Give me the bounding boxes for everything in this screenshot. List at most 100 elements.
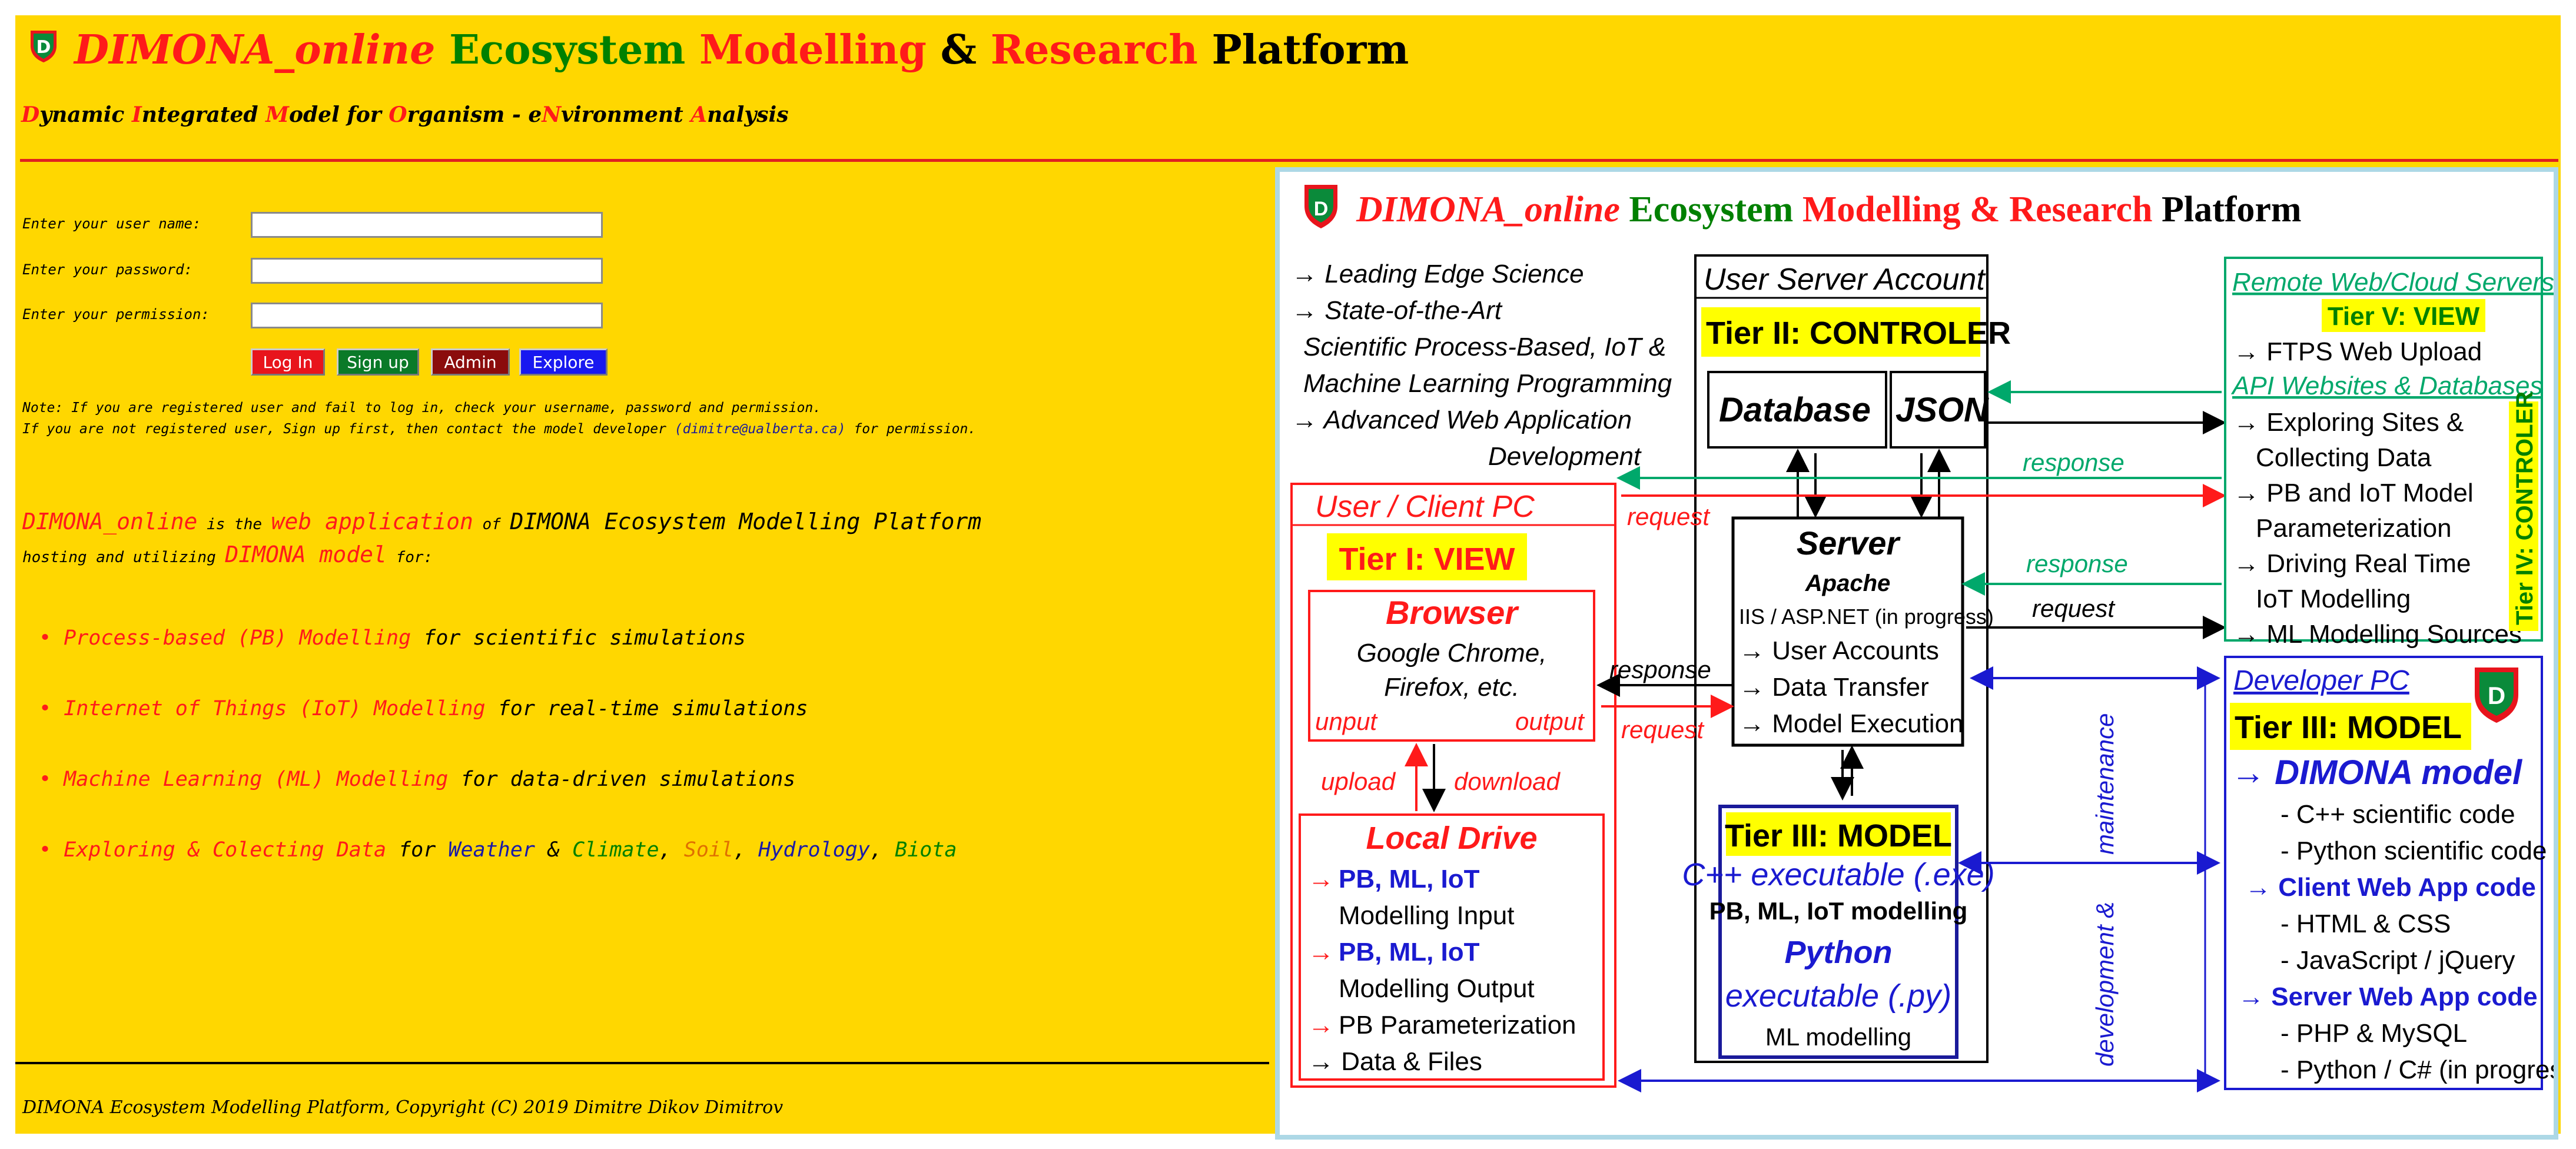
explore-amp: & <box>535 838 573 862</box>
local-item-6: → Data & Files <box>1308 1047 1482 1076</box>
architecture-diagram: D DIMONA_online Ecosystem Modelling & Re… <box>1275 167 2558 1140</box>
subtitle-segment: M <box>265 102 289 127</box>
diagram-feature-1: → Leading Edge Science <box>1292 260 1584 288</box>
apache-label: Apache <box>1805 570 1891 596</box>
tier3-dev-label: Tier III: MODEL <box>2235 710 2462 745</box>
subtitle-segment: nalysis <box>707 102 789 127</box>
username-input[interactable] <box>251 212 603 238</box>
diagram-title-ecosystem: Ecosystem <box>1629 190 1793 230</box>
response-label-remote: response <box>2026 550 2128 577</box>
page-subtitle: Dynamic Integrated Model for Organism - … <box>21 102 788 127</box>
diagram-title-platform: Platform <box>2162 190 2302 230</box>
tier1-label: Tier I: VIEW <box>1339 542 1515 577</box>
diagram-title: DIMONA_online Ecosystem Modelling & Rese… <box>1356 190 2302 230</box>
login-button[interactable]: Log In <box>251 348 325 376</box>
explore-hydrology: Hydrology <box>758 838 870 862</box>
note-text-post: for permission. <box>845 421 977 437</box>
py-exe-label: executable (.py) <box>1725 978 1951 1014</box>
dev-item-6: → Server Web App code <box>2238 982 2538 1011</box>
feature-list-item: • Process-based (PB) Modelling for scien… <box>39 626 746 650</box>
login-note-2: If you are not registered user, Sign up … <box>22 421 976 437</box>
maintenance-label: maintenance <box>2091 713 2119 855</box>
dev-item-8: - Python / C# (in progress) <box>2280 1055 2554 1084</box>
tier4-label: Tier IV: CONTROLER <box>2512 391 2538 625</box>
intro-web-application: web application <box>271 509 473 534</box>
developer-logo-letter: D <box>2488 682 2505 709</box>
explore-biota: Biota <box>895 838 957 862</box>
feature-tail: for data-driven simulations <box>448 768 796 791</box>
explore-comma-2: , <box>733 838 759 862</box>
feature-head: Internet of Things (IoT) Modelling <box>64 697 486 720</box>
explore-climate: Climate <box>572 838 659 862</box>
title-ecosystem: Ecosystem <box>449 26 686 74</box>
copyright-footer: DIMONA Ecosystem Modelling Platform, Cop… <box>22 1097 784 1118</box>
local-drive-items: → PB, ML, IoT Modelling Input → PB, ML, … <box>1308 865 1576 1076</box>
download-label: download <box>1454 768 1561 795</box>
tier3-center-label: Tier III: MODEL <box>1725 818 1952 854</box>
header-divider <box>20 159 2558 162</box>
request-label-remote: request <box>2032 595 2116 622</box>
intro-line-2: hosting and utilizing DIMONA model for: <box>22 542 433 567</box>
subtitle-segment: N <box>542 102 562 127</box>
feature-list-item: • Machine Learning (ML) Modelling for da… <box>39 768 795 791</box>
server-label: Server <box>1797 524 1901 562</box>
iis-label: IIS / ASP.NET (in progress) <box>1739 605 1994 629</box>
permission-label: Enter your permission: <box>22 306 210 323</box>
diagram-feature-4: Machine Learning Programming <box>1303 369 1672 398</box>
page: D DIMONA_online Ecosystem Modelling & Re… <box>0 0 2576 1149</box>
diagram-svg: D DIMONA_online Ecosystem Modelling & Re… <box>1290 185 2554 1092</box>
explore-button[interactable]: Explore <box>519 348 608 376</box>
database-label: Database <box>1719 391 1871 429</box>
diagram-title-modelling: Modelling <box>1802 190 1961 230</box>
tier5-label: Tier V: VIEW <box>2328 302 2480 331</box>
dev-item-3: → Client Web App code <box>2245 873 2536 902</box>
title-amp: & <box>940 26 977 74</box>
request-label-browser: request <box>1621 716 1705 743</box>
signup-button[interactable]: Sign up <box>337 348 419 376</box>
feature-head: Process-based (PB) Modelling <box>64 626 411 650</box>
local-arrow-3: → <box>1308 1011 1334 1040</box>
dev-item-2: - Python scientific code <box>2280 836 2547 865</box>
username-label: Enter your user name: <box>22 215 201 232</box>
logo-letter: D <box>36 37 51 58</box>
explore-weather: Weather <box>448 838 535 862</box>
dev-item-7: - PHP & MySQL <box>2280 1019 2467 1048</box>
remote-item-3: → PB and IoT Model <box>2233 479 2474 507</box>
local-item-5: PB Parameterization <box>1339 1011 1576 1040</box>
server-item-1: → User Accounts <box>1739 636 1939 665</box>
main-banner: D DIMONA_online Ecosystem Modelling & Re… <box>15 15 2561 1140</box>
remote-servers-label: Remote Web/Cloud Servers <box>2232 268 2554 297</box>
password-input[interactable] <box>251 258 603 284</box>
request-label-top: request <box>1627 503 1711 530</box>
diagram-feature-6: Development <box>1488 442 1642 471</box>
developer-logo-icon: D <box>2475 668 2518 723</box>
intro-for: for: <box>386 549 433 566</box>
intro-app-name: DIMONA_online <box>22 509 198 534</box>
subtitle-segment: rganism - e <box>407 102 542 127</box>
remote-item-6: IoT Modelling <box>2256 585 2411 613</box>
diagram-feature-2: → State-of-the-Art <box>1292 296 1503 325</box>
browser-unput-label: unput <box>1315 708 1378 735</box>
ml-modelling-label: ML modelling <box>1765 1023 1911 1051</box>
remote-item-7: → ML Modelling Sources <box>2233 620 2522 649</box>
intro-platform-name: DIMONA Ecosystem Modelling Platform <box>510 509 982 534</box>
remote-item-5: → Driving Real Time <box>2233 549 2471 578</box>
subtitle-segment: D <box>21 102 40 127</box>
dev-item-4: - HTML & CSS <box>2280 909 2451 938</box>
permission-input[interactable] <box>251 303 603 328</box>
bullet-dot: • <box>39 697 64 720</box>
developer-email-link[interactable]: (dimitre@ualberta.ca) <box>675 421 846 437</box>
admin-button[interactable]: Admin <box>431 348 510 376</box>
development-label: development & <box>2091 902 2119 1067</box>
dimona-shield-icon: D <box>31 31 57 62</box>
subtitle-segment: ntegrated <box>141 102 266 127</box>
local-arrow-2: → <box>1308 938 1334 967</box>
python-label: Python <box>1785 935 1893 970</box>
pb-ml-iot-modelling-label: PB, ML, IoT modelling <box>1709 897 1968 925</box>
local-item-2: Modelling Input <box>1339 901 1514 930</box>
explore-head: Exploring & Colecting Data <box>64 838 387 862</box>
bullet-dot: • <box>39 768 64 791</box>
dev-item-1: - C++ scientific code <box>2280 800 2515 829</box>
login-note-1: Note: If you are registered user and fai… <box>22 400 822 416</box>
user-server-account-label: User Server Account <box>1704 263 1986 297</box>
